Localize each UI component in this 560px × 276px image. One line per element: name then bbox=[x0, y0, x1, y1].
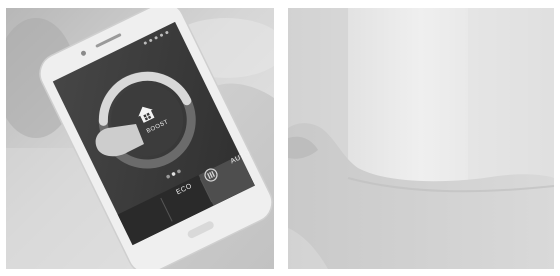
hand-photo bbox=[288, 8, 554, 269]
right-photo-panel bbox=[288, 8, 554, 269]
phone-photo bbox=[6, 8, 274, 269]
left-photo-panel: BOOST ECO AUTO bbox=[6, 8, 274, 269]
